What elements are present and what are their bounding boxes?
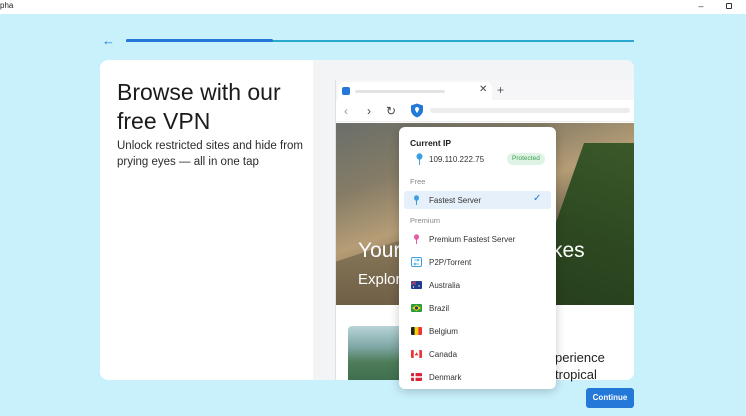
minimize-button[interactable]: – [696, 1, 706, 11]
browser-forward-icon: › [367, 104, 371, 118]
page-description: Unlock restricted sites and hide from pr… [117, 140, 303, 168]
flag-denmark-icon [411, 373, 422, 381]
status-badge: Protected [507, 153, 545, 165]
ip-address: 109.110.222.75 [429, 155, 485, 164]
pin-blue-icon [416, 153, 423, 165]
snippet-line-2: tropical [555, 367, 597, 382]
server-item-brazil[interactable]: Brazil [404, 299, 551, 317]
browser-tabstrip: ✕ + [336, 80, 634, 100]
reload-icon: ↻ [386, 104, 397, 118]
flag-belgium-icon [411, 327, 422, 335]
tab-title-placeholder [355, 90, 445, 93]
onboarding-progress-bar [126, 39, 634, 42]
server-item-australia[interactable]: Australia [404, 276, 551, 294]
free-section-label: Free [410, 177, 426, 186]
maximize-button[interactable] [724, 1, 734, 11]
pin-pink-icon [414, 234, 419, 244]
server-item-canada[interactable]: Canada [404, 345, 551, 363]
browser-back-icon: ‹ [344, 104, 348, 118]
server-label: Belgium [429, 327, 458, 336]
browser-tab: ✕ [338, 82, 492, 100]
progress-fill [126, 39, 274, 42]
address-bar-placeholder [430, 108, 630, 113]
premium-section-label: Premium [410, 216, 441, 225]
server-label: Australia [429, 281, 461, 290]
vpn-shield-icon [411, 103, 423, 118]
server-label: Denmark [429, 373, 462, 382]
server-item-premium-fastest[interactable]: Premium Fastest Server [404, 230, 551, 248]
server-label: Brazil [429, 304, 450, 313]
server-item-p2p[interactable]: P2P/Torrent [404, 253, 551, 271]
server-item-belgium[interactable]: Belgium [404, 322, 551, 340]
vpn-server-menu: Current IP 109.110.222.75 Protected Free… [399, 127, 556, 389]
tab-close-icon: ✕ [479, 84, 488, 95]
hero-subline: Explor [358, 271, 401, 288]
current-ip-row: 109.110.222.75 Protected [411, 153, 551, 167]
new-tab-icon: + [497, 83, 505, 97]
hero-headline: Your [358, 239, 401, 262]
server-label: Canada [429, 350, 458, 359]
server-item-denmark[interactable]: Denmark [404, 368, 551, 386]
p2p-icon [411, 257, 422, 267]
page-title: Browse with our free VPN [117, 79, 281, 134]
arrow-left-icon: ← [102, 33, 115, 48]
checkmark-icon: ✓ [533, 193, 542, 204]
server-label: Fastest Server [429, 196, 482, 205]
current-ip-label: Current IP [410, 138, 452, 148]
server-label: Premium Fastest Server [429, 235, 516, 244]
favicon-icon [342, 87, 350, 95]
flag-canada-icon [411, 350, 422, 358]
browser-navbar: ‹ › ↻ [336, 100, 634, 122]
window-titlebar: pha – [0, 0, 746, 14]
server-item-fastest[interactable]: Fastest Server ✓ [404, 191, 551, 209]
flag-brazil-icon [411, 304, 422, 312]
snippet-line-1: perience [555, 350, 605, 365]
window-title: pha [0, 1, 14, 10]
maximize-icon [726, 3, 732, 9]
back-button[interactable]: ← [102, 34, 116, 48]
hero-headline-end: kes [552, 239, 585, 262]
continue-button[interactable]: Continue [586, 388, 634, 408]
flag-australia-icon [411, 281, 422, 289]
pin-blue-icon [414, 195, 419, 205]
server-label: P2P/Torrent [429, 258, 472, 267]
